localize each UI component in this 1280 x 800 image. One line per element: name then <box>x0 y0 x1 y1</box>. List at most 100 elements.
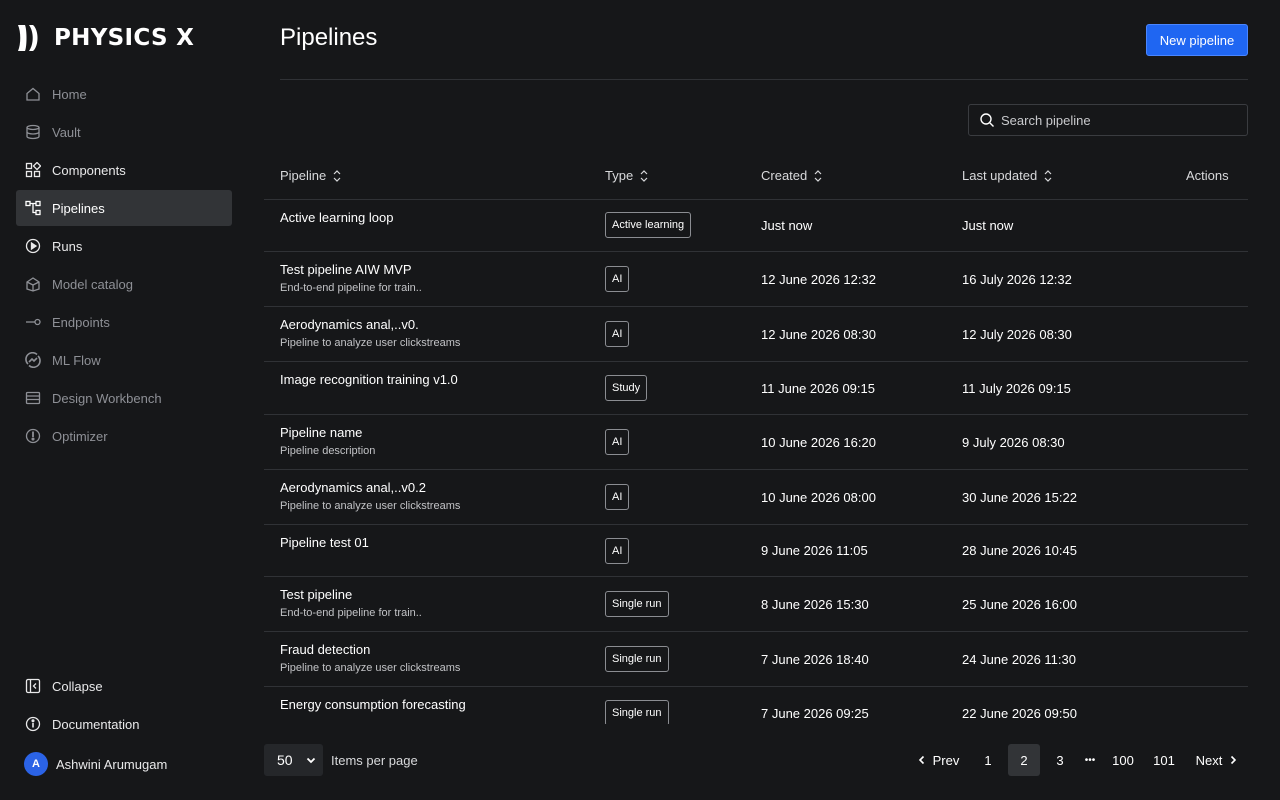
sidebar: PHYSICS X Home Vault Components Pipeline… <box>0 0 248 800</box>
sidebar-item-label: Pipelines <box>52 200 105 216</box>
sidebar-item-label: ML Flow <box>52 352 101 368</box>
brand-logo[interactable]: PHYSICS X <box>16 24 194 52</box>
updated-date: 16 July 2026 12:32 <box>962 272 1072 287</box>
sidebar-item-documentation[interactable]: Documentation <box>16 706 232 742</box>
brand-name: PHYSICS X <box>54 25 195 51</box>
pipeline-name[interactable]: Energy consumption forecasting <box>280 697 466 712</box>
updated-date: 28 June 2026 10:45 <box>962 543 1077 558</box>
next-page-button[interactable]: Next <box>1190 744 1244 776</box>
column-label: Type <box>605 168 634 183</box>
page-button-1[interactable]: 1 <box>974 744 1002 776</box>
sidebar-item-home[interactable]: Home <box>16 76 232 112</box>
table-row[interactable]: Active learning loop Active learning Jus… <box>264 200 1248 252</box>
sidebar-item-design-workbench[interactable]: Design Workbench <box>16 380 232 416</box>
pipeline-cell: Aerodynamics anal,..v0. Pipeline to anal… <box>280 317 460 349</box>
mlflow-icon <box>24 351 42 369</box>
pipeline-name[interactable]: Aerodynamics anal,..v0. <box>280 317 460 332</box>
sidebar-item-ml-flow[interactable]: ML Flow <box>16 342 232 378</box>
pipeline-name[interactable]: Test pipeline AIW MVP <box>280 262 422 277</box>
sidebar-item-model-catalog[interactable]: Model catalog <box>16 266 232 302</box>
pipeline-description: Pipeline to analyze user clickstreams <box>280 500 461 512</box>
updated-date: 9 July 2026 08:30 <box>962 435 1065 450</box>
grid-icon <box>24 161 42 179</box>
pipeline-name[interactable]: Fraud detection <box>280 642 460 657</box>
pipeline-cell: Energy consumption forecasting <box>280 697 466 712</box>
table-row[interactable]: Aerodynamics anal,..v0.2 Pipeline to ana… <box>264 470 1248 525</box>
table-row[interactable]: Image recognition training v1.0 Study 11… <box>264 362 1248 415</box>
user-profile[interactable]: A Ashwini Arumugam <box>24 752 167 776</box>
table-row[interactable]: Energy consumption forecasting Single ru… <box>264 687 1248 724</box>
pipelines-table: Pipeline Type Created Last updated Actio… <box>264 152 1248 724</box>
sidebar-item-components[interactable]: Components <box>16 152 232 188</box>
prev-page-button[interactable]: Prev <box>908 744 968 776</box>
pipeline-description: Pipeline to analyze user clickstreams <box>280 337 461 349</box>
pipeline-cell: Test pipeline AIW MVP End-to-end pipelin… <box>280 262 422 294</box>
column-header-pipeline[interactable]: Pipeline <box>280 168 342 183</box>
pipeline-name[interactable]: Test pipeline <box>280 587 422 602</box>
sidebar-item-runs[interactable]: Runs <box>16 228 232 264</box>
sidebar-item-optimizer[interactable]: Optimizer <box>16 418 232 454</box>
created-date: 9 June 2026 11:05 <box>761 543 868 558</box>
pipeline-name[interactable]: Pipeline name <box>280 425 375 440</box>
table-header: Pipeline Type Created Last updated Actio… <box>264 152 1248 200</box>
type-badge: Single run <box>605 591 669 617</box>
sidebar-item-label: Endpoints <box>52 314 110 330</box>
column-header-last-updated[interactable]: Last updated <box>962 168 1053 183</box>
endpoint-icon <box>24 313 42 331</box>
user-name: Ashwini Arumugam <box>56 756 168 772</box>
updated-date: 30 June 2026 15:22 <box>962 490 1077 505</box>
sidebar-item-label: Vault <box>52 124 81 140</box>
column-label: Pipeline <box>280 168 327 183</box>
chevron-down-icon <box>306 757 316 764</box>
page-button-2-current[interactable]: 2 <box>1008 744 1040 776</box>
page-button-3[interactable]: 3 <box>1046 744 1074 776</box>
created-date: 10 June 2026 16:20 <box>761 435 876 450</box>
table-row[interactable]: Aerodynamics anal,..v0. Pipeline to anal… <box>264 307 1248 362</box>
page-ellipsis: ••• <box>1084 754 1096 766</box>
sort-icon <box>814 169 822 182</box>
sidebar-item-vault[interactable]: Vault <box>16 114 232 150</box>
search-input[interactable] <box>1001 112 1231 128</box>
search-box[interactable] <box>968 104 1248 136</box>
pipeline-name[interactable]: Pipeline test 01 <box>280 535 369 550</box>
prev-label: Prev <box>932 752 960 768</box>
created-date: 12 June 2026 12:32 <box>761 272 876 287</box>
pipeline-name[interactable]: Aerodynamics anal,..v0.2 <box>280 480 460 495</box>
chevron-left-icon <box>918 755 924 765</box>
table-row[interactable]: Fraud detection Pipeline to analyze user… <box>264 632 1248 687</box>
updated-date: 25 June 2026 16:00 <box>962 597 1077 612</box>
table-row[interactable]: Pipeline test 01 AI 9 June 2026 11:05 28… <box>264 525 1248 577</box>
sort-icon <box>640 169 648 182</box>
pipeline-cell: Image recognition training v1.0 <box>280 372 458 387</box>
page-button-101[interactable]: 101 <box>1146 744 1182 776</box>
next-label: Next <box>1195 752 1223 768</box>
pipeline-cell: Pipeline name Pipeline description <box>280 425 375 457</box>
pipeline-name[interactable]: Image recognition training v1.0 <box>280 372 458 387</box>
table-row[interactable]: Pipeline name Pipeline description AI 10… <box>264 415 1248 470</box>
page-title: Pipelines <box>280 24 378 51</box>
updated-date: 11 July 2026 09:15 <box>962 381 1071 396</box>
page-button-100[interactable]: 100 <box>1106 744 1140 776</box>
sidebar-item-endpoints[interactable]: Endpoints <box>16 304 232 340</box>
sidebar-item-label: Runs <box>52 238 83 254</box>
sidebar-item-collapse[interactable]: Collapse <box>16 668 232 704</box>
type-badge: AI <box>605 538 630 564</box>
type-badge: Study <box>605 375 648 401</box>
table-row[interactable]: Test pipeline End-to-end pipeline for tr… <box>264 577 1248 632</box>
updated-date: 24 June 2026 11:30 <box>962 652 1076 667</box>
chevron-right-icon <box>1231 755 1237 765</box>
sidebar-item-label: Collapse <box>52 678 103 694</box>
header-divider <box>280 79 1248 80</box>
pipeline-name[interactable]: Active learning loop <box>280 210 393 225</box>
workbench-icon <box>24 389 42 407</box>
sidebar-item-pipelines[interactable]: Pipelines <box>16 190 232 226</box>
physicsx-logo-icon <box>18 25 38 51</box>
table-row[interactable]: Test pipeline AIW MVP End-to-end pipelin… <box>264 252 1248 307</box>
column-header-created[interactable]: Created <box>761 168 823 183</box>
column-header-type[interactable]: Type <box>605 168 649 183</box>
per-page-select[interactable]: 50 <box>264 744 323 776</box>
new-pipeline-button[interactable]: New pipeline <box>1146 24 1248 56</box>
sidebar-item-label: Home <box>52 86 87 102</box>
info-icon <box>24 715 42 733</box>
created-date: 8 June 2026 15:30 <box>761 597 869 612</box>
